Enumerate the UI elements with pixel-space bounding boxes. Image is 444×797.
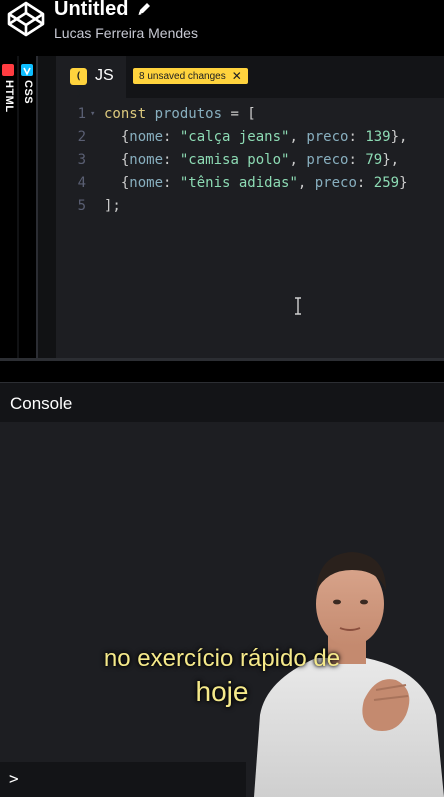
- code-token: ,: [289, 152, 307, 168]
- code-text: const produtos = [: [104, 103, 256, 126]
- html-tab-label: HTML: [3, 80, 15, 113]
- js-tab[interactable]: ( ) JS: [56, 56, 126, 99]
- code-token: preco: [306, 152, 349, 168]
- code-token: :: [356, 175, 374, 191]
- editor-topbar: ( ) JS 8 unsaved changes ✕: [56, 56, 444, 99]
- css-panel-tab[interactable]: CSS: [19, 56, 36, 358]
- code-token: = [: [222, 106, 256, 122]
- code-token: produtos: [154, 106, 223, 122]
- code-text: {nome: "calça jeans", preco: 139},: [104, 126, 408, 149]
- fold-arrow-icon[interactable]: ▾: [90, 103, 95, 126]
- code-token: :: [348, 129, 366, 145]
- code-token: :: [163, 175, 180, 191]
- subtitle-line-1: no exercício rápido de: [103, 645, 341, 672]
- code-text: {nome: "tênis adidas", preco: 259}: [104, 172, 408, 195]
- code-token: :: [348, 152, 366, 168]
- code-token: 139: [365, 129, 391, 145]
- js-icon: ( ): [70, 68, 87, 99]
- code-token: {: [104, 175, 130, 191]
- subtitle-line-2: hoje: [195, 676, 249, 707]
- code-text: {nome: "camisa polo", preco: 79},: [104, 149, 399, 172]
- code-token: }: [399, 175, 408, 191]
- code-token: ,: [289, 129, 307, 145]
- code-text: ];: [104, 195, 121, 218]
- pen-title[interactable]: Untitled: [54, 0, 128, 21]
- codepen-logo-icon[interactable]: [6, 0, 46, 38]
- code-token: "calça jeans": [179, 129, 290, 145]
- css-badge-icon: [21, 64, 33, 76]
- css-tab-label: CSS: [22, 80, 34, 105]
- code-token: :: [163, 152, 180, 168]
- line-number: 1: [77, 106, 86, 122]
- console-header[interactable]: Console: [0, 382, 444, 423]
- code-token: :: [163, 129, 180, 145]
- code-token: preco: [306, 129, 349, 145]
- unsaved-changes-badge[interactable]: 8 unsaved changes ✕: [133, 68, 248, 84]
- pencil-icon[interactable]: [136, 1, 152, 17]
- code-token: nome: [129, 129, 164, 145]
- code-token: ,: [297, 175, 315, 191]
- code-token: ];: [104, 198, 121, 214]
- code-token: nome: [129, 152, 164, 168]
- codepen-editor-page: Untitled Lucas Ferreira Mendes HTML CSS …: [0, 0, 444, 797]
- code-line[interactable]: 4 {nome: "tênis adidas", preco: 259}: [56, 172, 444, 195]
- code-token: "camisa polo": [179, 152, 290, 168]
- code-token: {: [104, 152, 130, 168]
- js-editor[interactable]: ( ) JS 8 unsaved changes ✕ 1 ▾ const produ…: [56, 56, 444, 358]
- code-line[interactable]: 3 {nome: "camisa polo", preco: 79},: [56, 149, 444, 172]
- panel-divider[interactable]: [36, 56, 38, 358]
- code-token: 259: [373, 175, 400, 191]
- collapsed-panels: HTML CSS: [0, 56, 56, 358]
- code-token: 79: [365, 152, 383, 168]
- author-name[interactable]: Lucas Ferreira Mendes: [54, 25, 198, 41]
- html-panel-tab[interactable]: HTML: [0, 56, 17, 358]
- code-token: },: [390, 129, 408, 145]
- code-line[interactable]: 5];: [56, 195, 444, 218]
- header: Untitled Lucas Ferreira Mendes: [0, 0, 444, 54]
- html-badge-icon: [2, 64, 14, 76]
- code-token: nome: [129, 175, 164, 191]
- code-token: preco: [314, 175, 357, 191]
- line-number: 2: [77, 129, 86, 145]
- code-token: },: [382, 152, 400, 168]
- code-token: {: [104, 129, 130, 145]
- unsaved-changes-text: 8 unsaved changes: [139, 70, 226, 82]
- resize-bar-edge: [0, 358, 444, 361]
- console-title: Console: [10, 394, 73, 413]
- close-icon[interactable]: ✕: [232, 69, 242, 83]
- text-cursor-icon: [295, 297, 301, 315]
- line-number: 5: [77, 198, 86, 214]
- console-prompt: >: [9, 769, 19, 788]
- code-area[interactable]: 1 ▾ const produtos = [2 {nome: "calça jean…: [56, 103, 444, 218]
- line-number: 3: [77, 152, 86, 168]
- code-line[interactable]: 2 {nome: "calça jeans", preco: 139},: [56, 126, 444, 149]
- title-row: Untitled: [54, 0, 152, 21]
- resize-bar[interactable]: [0, 358, 444, 380]
- code-token: const: [104, 106, 155, 122]
- code-line[interactable]: 1 ▾ const produtos = [: [56, 103, 444, 126]
- js-tab-label: JS: [95, 67, 114, 84]
- line-number: 4: [77, 175, 86, 191]
- code-token: "tênis adidas": [179, 175, 298, 191]
